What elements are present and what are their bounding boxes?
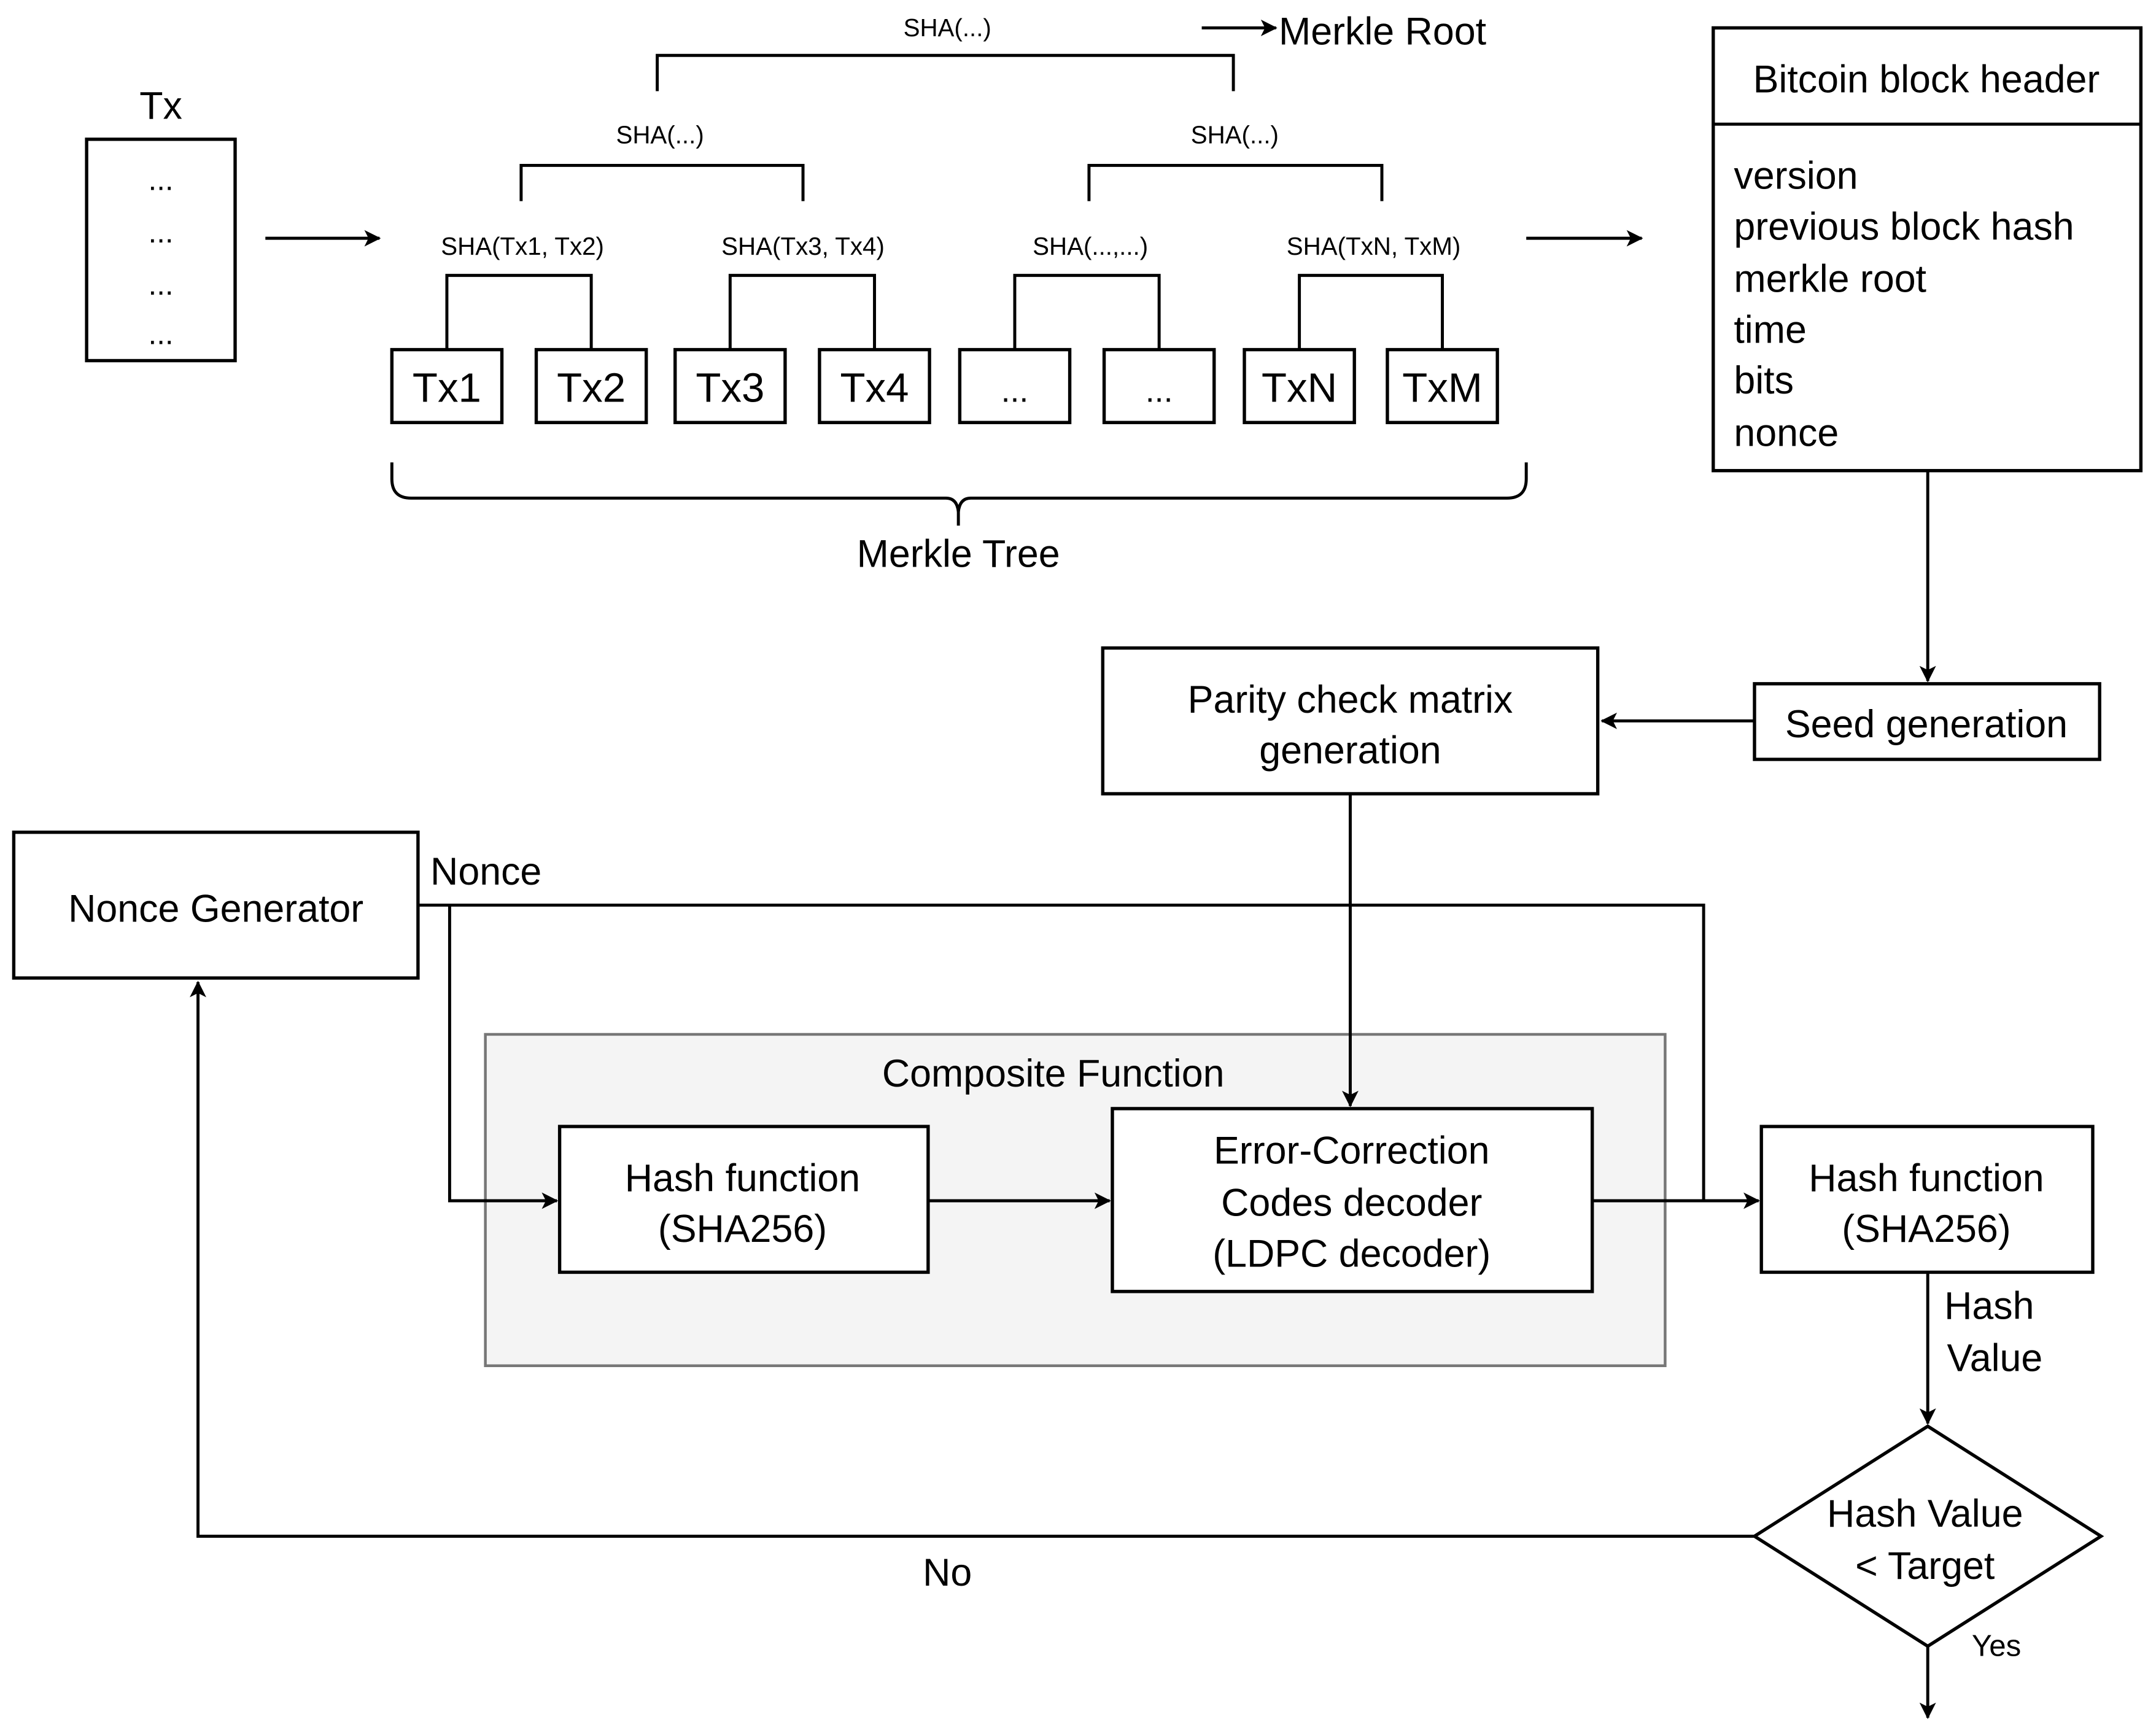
- target-decision-diamond: [1751, 1424, 2104, 1648]
- leaf-label: ...: [1146, 373, 1173, 409]
- parity-matrix-line1: Parity check matrix: [1188, 678, 1513, 721]
- merkle-leaf-bracket: [445, 274, 593, 350]
- ldpc-decoder-line3: (LDPC decoder): [1212, 1233, 1491, 1276]
- parity-matrix-line2: generation: [1259, 729, 1441, 772]
- merkle-caption: Merkle Tree: [857, 532, 1060, 575]
- merkle-mid-bracket: [519, 163, 805, 201]
- merkle-leaves: Tx1 Tx2 Tx3 Tx4 ... ... TxN TxM: [390, 347, 1499, 424]
- merkle-pair-hash: SHA(Tx1, Tx2): [441, 233, 604, 260]
- ldpc-decoder-line2: Codes decoder: [1221, 1182, 1482, 1225]
- block-header-field: previous block hash: [1734, 205, 2074, 248]
- hash-value-edge-line2: Value: [1947, 1337, 2043, 1380]
- merkle-mid-bracket: [1087, 163, 1384, 201]
- merkle-mid-hash: SHA(...): [616, 122, 704, 149]
- leaf-label: ...: [1001, 373, 1029, 409]
- pow-diagram: Tx ... ... ... ... SHA(...) Merkle Root …: [12, 10, 2143, 1719]
- block-header-field: time: [1734, 308, 1806, 351]
- decision-no-label: No: [923, 1551, 972, 1594]
- decision-yes-label: Yes: [1972, 1629, 2021, 1662]
- tx-pool-row: ...: [149, 215, 174, 249]
- hash-function-2-line1: Hash function: [1809, 1157, 2044, 1200]
- merkle-leaf-bracket: [728, 274, 876, 350]
- composite-function-title: Composite Function: [882, 1052, 1225, 1095]
- block-header-field: version: [1734, 155, 1858, 198]
- merkle-pair-hash: SHA(TxN, TxM): [1287, 233, 1461, 260]
- merkle-pair-hash: SHA(Tx3, Tx4): [721, 233, 885, 260]
- merkle-pair-hash: SHA(...,...): [1033, 233, 1148, 260]
- nonce-generator-label: Nonce Generator: [68, 887, 363, 930]
- tx-pool-row: ...: [149, 268, 174, 301]
- block-header-title: Bitcoin block header: [1753, 58, 2100, 101]
- tx-pool-title: Tx: [139, 84, 182, 127]
- tx-pool-row: ...: [149, 163, 174, 197]
- hash-function-2-line2: (SHA256): [1842, 1208, 2011, 1250]
- block-header-field: merkle root: [1734, 257, 1926, 300]
- leaf-label: TxM: [1402, 365, 1483, 411]
- block-header-field: nonce: [1734, 411, 1839, 454]
- decision-line2: < Target: [1855, 1545, 1995, 1587]
- ldpc-decoder-line1: Error-Correction: [1214, 1130, 1489, 1173]
- hash-function-1-line2: (SHA256): [658, 1208, 827, 1250]
- leaf-label: TxN: [1262, 365, 1337, 411]
- hash-function-1-line1: Hash function: [625, 1157, 860, 1200]
- merkle-leaf-bracket: [1298, 274, 1444, 350]
- decision-line1: Hash Value: [1827, 1492, 2023, 1535]
- seed-generation-label: Seed generation: [1785, 703, 2068, 746]
- nonce-edge-label: Nonce: [430, 850, 541, 893]
- tx-pool-row: ...: [149, 317, 174, 351]
- merkle-mid-hash: SHA(...): [1191, 122, 1279, 149]
- merkle-top-bracket: [656, 53, 1235, 91]
- merkle-brace: [390, 462, 1528, 513]
- merkle-top-hash: SHA(...): [904, 14, 991, 42]
- block-header-field: bits: [1734, 359, 1794, 402]
- merkle-root-label: Merkle Root: [1279, 10, 1486, 53]
- leaf-label: Tx1: [413, 365, 481, 411]
- leaf-label: Tx3: [696, 365, 764, 411]
- leaf-label: Tx4: [840, 365, 909, 411]
- leaf-label: Tx2: [557, 365, 626, 411]
- hash-value-edge-line1: Hash: [1944, 1285, 2034, 1328]
- merkle-leaf-bracket: [1013, 274, 1161, 350]
